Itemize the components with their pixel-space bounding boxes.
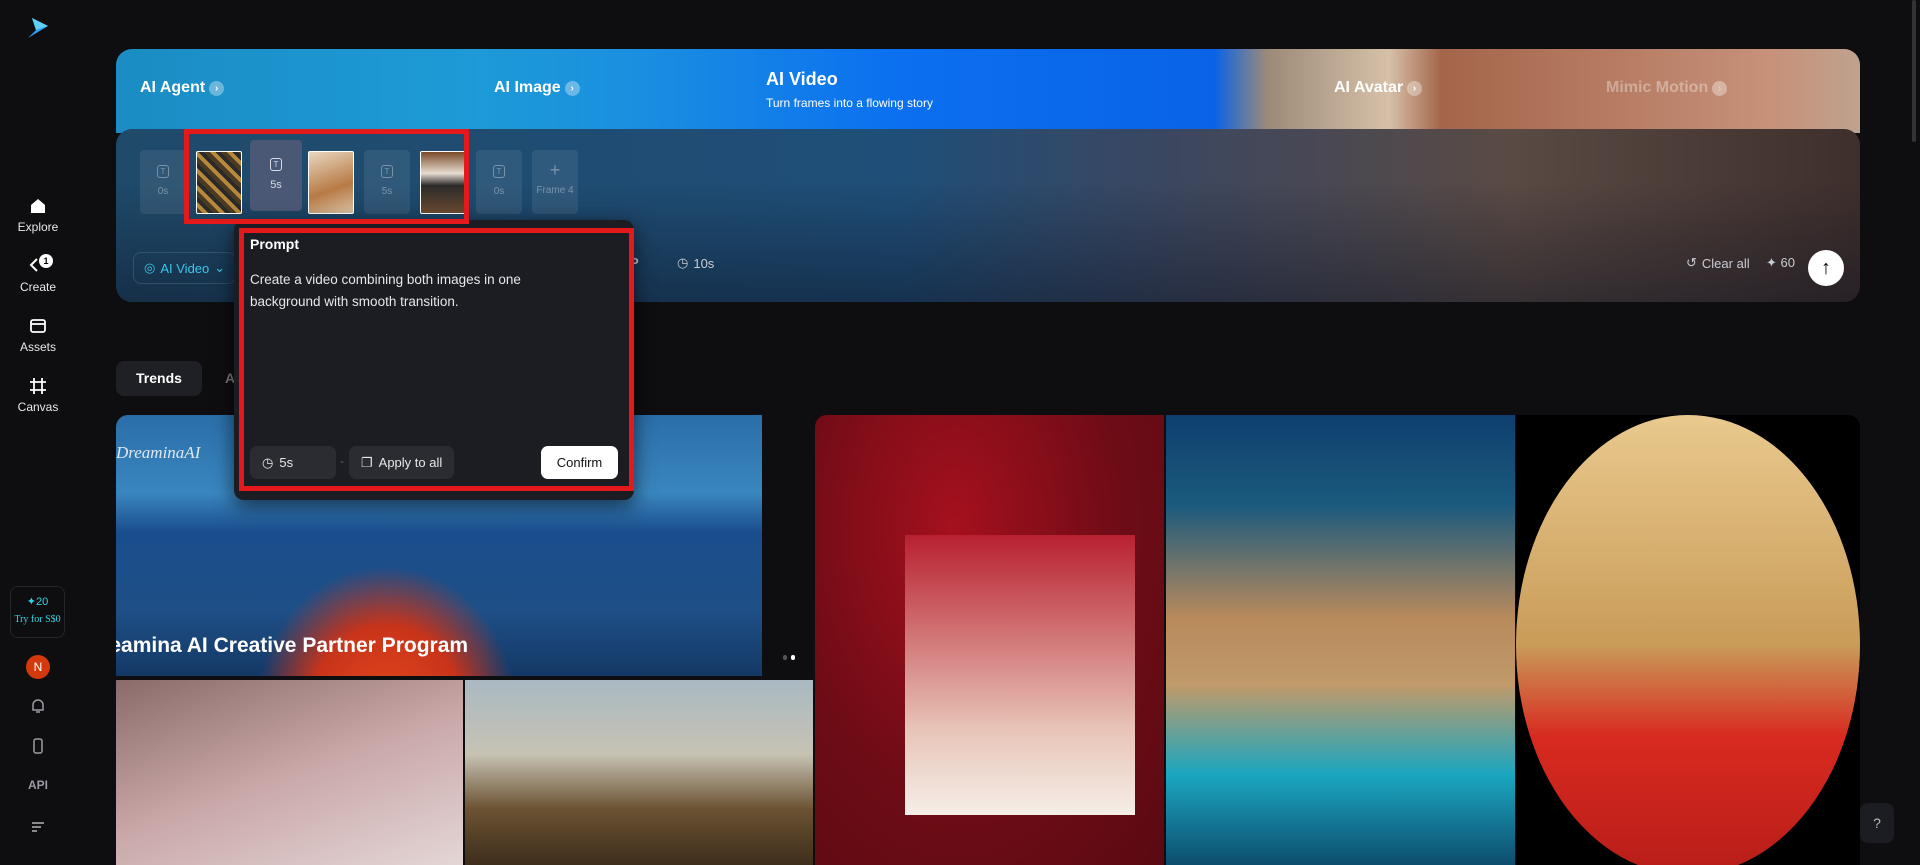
frame-duration: 0s [493, 186, 505, 197]
hero-art [256, 565, 516, 676]
sidebar-item-label: Canvas [17, 400, 59, 414]
credit-cost: ✦ 60 [1766, 255, 1795, 270]
promo-credits: ✦20 [26, 596, 49, 608]
tool-label: AI Image [494, 79, 561, 96]
tool-ai-image[interactable]: AI Image › [494, 79, 580, 97]
arrow-up-icon: ↑ [1821, 257, 1831, 279]
generate-button[interactable]: ↑ [1808, 250, 1844, 286]
gallery-item[interactable] [1166, 415, 1515, 865]
add-frame-button[interactable]: + Frame 4 [532, 150, 578, 214]
text-icon: T [157, 165, 169, 178]
gallery-item[interactable] [465, 680, 813, 865]
chevron-right-icon: › [1712, 80, 1728, 96]
tool-banner: AI Agent › AI Image › AI Video Turn frames… [116, 49, 1860, 133]
hero-brand: DreaminaAI [116, 443, 201, 462]
plus-icon: + [549, 160, 561, 180]
tool-ai-video[interactable]: AI Video Turn frames into a flowing stor… [766, 69, 933, 110]
mode-dropdown[interactable]: ◎ AI Video ⌄ [133, 252, 237, 284]
tool-ai-avatar[interactable]: AI Avatar › [1334, 79, 1423, 97]
reset-icon: ↺ [1686, 255, 1697, 270]
transition-frame[interactable]: T 0s [140, 150, 186, 214]
tool-label: AI Agent [140, 79, 206, 96]
promo-card[interactable]: ✦20 Try for S$0 [10, 586, 65, 638]
clear-all-label: Clear all [1701, 255, 1750, 271]
gallery-art [1516, 415, 1860, 865]
carousel-dots[interactable] [783, 655, 795, 660]
add-frame-label: Frame 4 [536, 185, 574, 196]
sidebar-item-create[interactable]: 1 Create [0, 254, 76, 294]
create-badge: 1 [39, 254, 53, 268]
api-link[interactable]: API [28, 778, 48, 798]
tool-ai-agent[interactable]: AI Agent › [140, 79, 225, 97]
sidebar-item-label: Assets [19, 340, 56, 354]
hero-title: Dreamina AI Creative Partner Program [116, 634, 469, 657]
bell-icon[interactable] [28, 696, 48, 716]
dreamina-logo[interactable] [26, 16, 50, 42]
home-icon [31, 199, 45, 213]
text-icon: T [493, 165, 505, 178]
chevron-right-icon: › [209, 80, 225, 96]
clock-icon: ◷ [677, 255, 689, 270]
chevron-down-icon: ⌄ [214, 260, 226, 275]
tool-subtitle: Turn frames into a flowing story [766, 96, 933, 110]
clear-all-button[interactable]: ↺ Clear all [1686, 255, 1750, 271]
mode-label: AI Video [160, 260, 210, 276]
avatar[interactable]: N [26, 655, 50, 679]
sidebar-item-explore[interactable]: Explore [0, 196, 76, 234]
tab-trends[interactable]: Trends [116, 361, 202, 396]
help-icon: ? [1873, 815, 1881, 831]
frame-duration: 0s [157, 186, 169, 197]
highlight-prompt [239, 228, 634, 491]
tool-label: Mimic Motion [1606, 79, 1709, 96]
promo-cta: Try for S$0 [14, 614, 61, 625]
gallery-item[interactable] [116, 680, 463, 865]
sidebar-item-label: Explore [17, 220, 59, 234]
tool-label: AI Video [766, 69, 838, 89]
duration-setting[interactable]: ◷ 10s [677, 255, 714, 271]
gallery-item[interactable] [1516, 415, 1860, 865]
carousel-dot[interactable] [783, 655, 787, 660]
highlight-frames [184, 129, 469, 224]
canvas-icon [30, 378, 46, 394]
gallery-item[interactable] [815, 415, 1164, 865]
sidebar-item-label: Create [19, 280, 57, 294]
folder-icon [30, 319, 46, 333]
duration-label: 10s [693, 255, 715, 271]
transition-frame[interactable]: T 0s [476, 150, 522, 214]
mobile-icon[interactable] [28, 736, 48, 756]
sidebar: Explore 1 Create Assets Canvas ✦20 Try f… [0, 0, 76, 865]
tool-mimic-motion[interactable]: Mimic Motion › [1606, 79, 1728, 97]
chevron-right-icon: › [564, 80, 580, 96]
menu-icon[interactable] [28, 816, 48, 836]
scrollbar[interactable] [1912, 0, 1916, 142]
card-art [905, 535, 1135, 815]
chevron-right-icon: › [1407, 80, 1423, 96]
sidebar-item-canvas[interactable]: Canvas [0, 376, 76, 414]
sidebar-item-assets[interactable]: Assets [0, 316, 76, 354]
video-icon: ◎ [144, 260, 156, 275]
carousel-dot[interactable] [791, 655, 795, 660]
help-button[interactable]: ? [1860, 803, 1894, 843]
tool-label: AI Avatar [1334, 79, 1404, 96]
